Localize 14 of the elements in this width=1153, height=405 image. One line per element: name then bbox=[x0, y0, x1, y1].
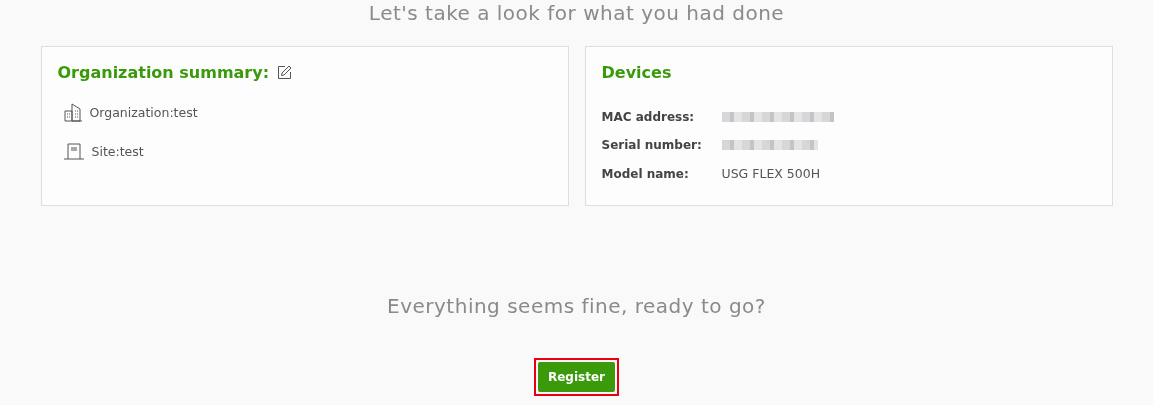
field-label: Model name: bbox=[601, 166, 690, 181]
building-icon bbox=[63, 102, 82, 122]
summary-item: Site:test bbox=[91, 143, 144, 159]
summary-item: Organization:test bbox=[89, 104, 198, 120]
field-label: Serial number: bbox=[601, 138, 703, 152]
card-title: Organization summary: bbox=[57, 63, 270, 82]
register-button[interactable]: Register bbox=[538, 362, 615, 392]
edit-icon[interactable] bbox=[277, 65, 293, 80]
card-title: Devices bbox=[601, 63, 672, 82]
page-heading: Let's take a look for what you had done bbox=[368, 0, 785, 27]
field-value: USG FLEX 500H bbox=[721, 166, 822, 181]
ready-prompt: Everything seems fine, ready to go? bbox=[387, 294, 766, 318]
door-icon bbox=[63, 142, 84, 160]
field-label: MAC address: bbox=[601, 110, 696, 124]
